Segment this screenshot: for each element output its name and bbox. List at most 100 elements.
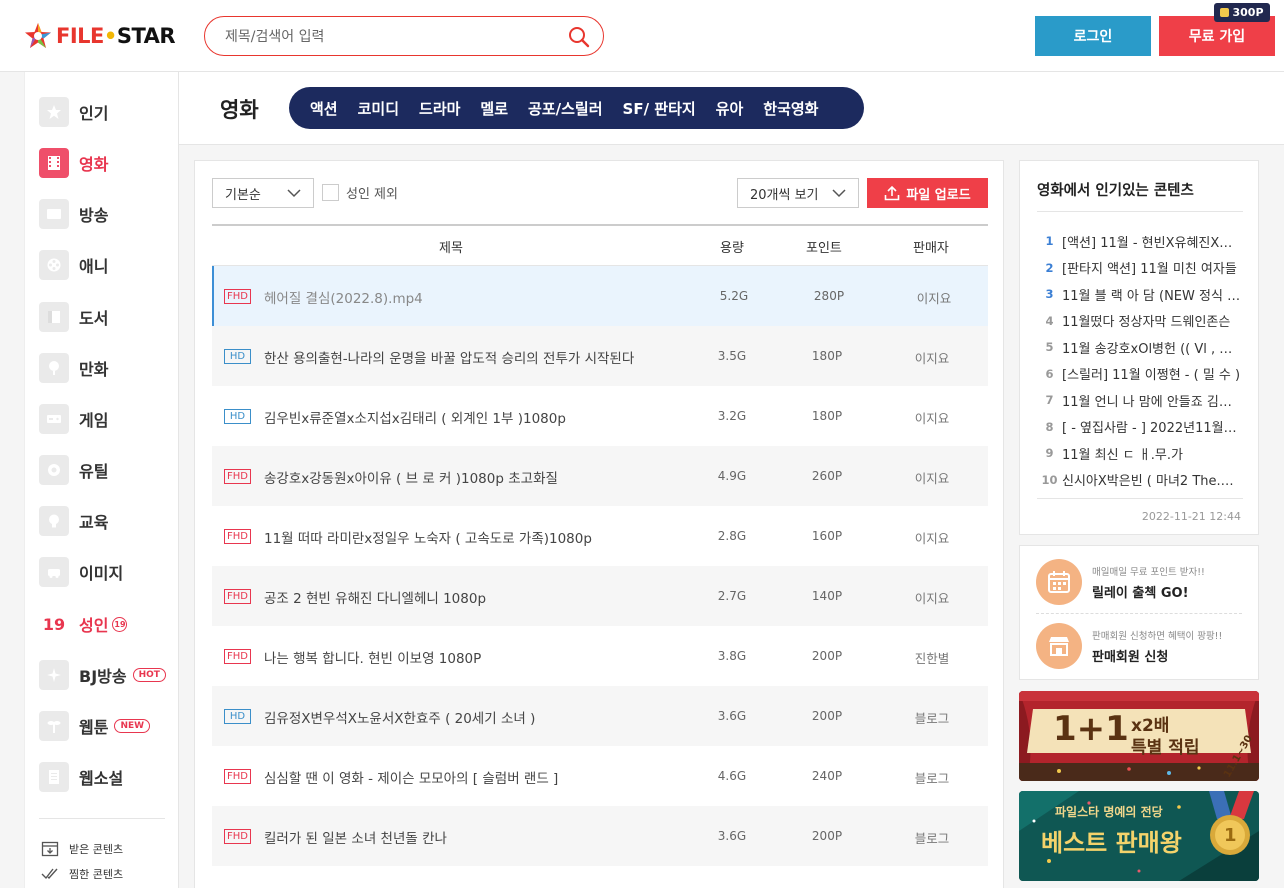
list-item[interactable]: 10 신시아X박은빈 ( 마녀2 The.Other [1037, 467, 1247, 494]
list-item[interactable]: 7 11월 언니 나 맘에 안들죠 김혜수 [1037, 387, 1247, 414]
sidebar-item-education[interactable]: 교육 [39, 505, 108, 537]
tab-korean[interactable]: 한국영화 [763, 98, 818, 119]
row-title[interactable]: 김우빈x류준열x소지섭x김태리 ( 외계인 1부 )1080p [264, 407, 694, 427]
sidebar-item-books[interactable]: 도서 [39, 301, 108, 333]
logo[interactable]: FILE•STAR [24, 20, 176, 52]
row-title[interactable]: 공조 2 현빈 유해진 다니엘헤니 1080p [264, 587, 694, 607]
row-title[interactable]: 심심할 땐 이 영화 - 제이슨 모모아의 [ 슬럼버 랜드 ] [264, 767, 694, 787]
table-row[interactable]: FHD 나는 행복 합니다. 현빈 이보영 1080P 3.8G 200P 진한… [212, 626, 988, 686]
tab-comedy[interactable]: 코미디 [358, 98, 399, 119]
row-title[interactable]: 킬러가 된 일본 소녀 천년돌 칸나 [264, 827, 694, 847]
sidebar-item-images[interactable]: 이미지 [39, 556, 123, 588]
hall-of-fame-banner[interactable]: 파일스타 명예의 전당 베스트 판매왕 1 [1019, 791, 1259, 881]
list-item[interactable]: 9 11월 최신 ㄷ ㅐ.무.가 [1037, 440, 1247, 467]
logo-text: FILE•STAR [56, 24, 176, 48]
row-point: 240P [811, 769, 843, 783]
list-item[interactable]: 8[ - 옆집사람 - ] 2022년11월31일 [1037, 414, 1247, 441]
row-title[interactable]: 헤어질 결심(2022.8).mp4 [264, 287, 694, 307]
list-item[interactable]: 1[액션] 11월 - 현빈X유혜진X다니엘헤니 [1037, 228, 1247, 255]
sidebar-item-adult[interactable]: 19 성인 19 [39, 608, 128, 640]
row-title[interactable]: 나는 행복 합니다. 현빈 이보영 1080P [264, 647, 694, 667]
table-row[interactable]: FHD 송강호x강동원x아이유 ( 브 로 커 )1080p 초고화질 4.9G… [212, 446, 988, 506]
row-seller[interactable]: 진한별 [892, 648, 972, 667]
list-item[interactable]: 5 11월 송강호xOl병헌 (( Vl , 상영중 [1037, 334, 1247, 361]
tab-melo[interactable]: 멜로 [480, 98, 508, 119]
row-title[interactable]: 11월 떠따 라미란x정일우 노숙자 ( 고속도로 가족)1080p [264, 527, 694, 547]
sidebar-item-utility[interactable]: 유틸 [39, 454, 108, 486]
page-size-select[interactable]: 20개씩 보기 [737, 178, 859, 208]
star-icon [39, 97, 69, 127]
search-input[interactable] [225, 26, 545, 48]
table-row[interactable]: FHD 11월 떠따 라미란x정일우 노숙자 ( 고속도로 가족)1080p 2… [212, 506, 988, 566]
attendance-link[interactable]: 매일매일 무료 포인트 받자!! 릴레이 출첵 GO! [1036, 557, 1246, 607]
list-item[interactable]: 2 [판타지 액션] 11월 미친 여자들 [1037, 255, 1247, 282]
row-title[interactable]: 한산 용의출현-나라의 운명을 바꿀 압도적 승리의 전투가 시작된다 [264, 347, 694, 367]
row-point: 180P [811, 409, 843, 423]
sidebar-item-games[interactable]: 게임 [39, 403, 108, 435]
tab-sf-fantasy[interactable]: SF/ 판타지 [623, 98, 696, 119]
sidebar-item-webnovel[interactable]: 웹소설 [39, 761, 123, 793]
col-size: 용량 [720, 241, 744, 256]
calendar-icon [1036, 559, 1082, 605]
row-seller[interactable]: 블로그 [892, 828, 972, 847]
adult-19-icon: 19 [42, 614, 66, 634]
sparkle-icon [39, 660, 69, 690]
gear-icon [39, 455, 69, 485]
row-size: 3.6G [717, 829, 747, 843]
event-banner[interactable]: 1+1 x2배 특별 적립 11.1~30 [1019, 691, 1259, 781]
row-size: 3.2G [717, 409, 747, 423]
table-row[interactable]: FHD 공조 2 현빈 유해진 다니엘헤니 1080p 2.7G 140P 이지… [212, 566, 988, 626]
seller-apply-text: 판매회원 신청하면 혜택이 팡팡!! 판매회원 신청 [1092, 630, 1223, 665]
row-size: 3.5G [717, 349, 747, 363]
row-title[interactable]: 송강호x강동원x아이유 ( 브 로 커 )1080p 초고화질 [264, 467, 694, 487]
sidebar-item-popular[interactable]: 인기 [39, 96, 108, 128]
tab-kids[interactable]: 유아 [716, 98, 744, 119]
row-seller[interactable]: 이지요 [892, 408, 972, 427]
sidebar-item-comics[interactable]: 만화 [39, 352, 108, 384]
join-button[interactable]: 무료 가입 [1159, 16, 1275, 56]
seller-apply-link[interactable]: 판매회원 신청하면 혜택이 팡팡!! 판매회원 신청 [1036, 621, 1246, 671]
upload-icon [885, 185, 900, 201]
quality-badge: FHD [224, 529, 251, 544]
list-item[interactable]: 4 11월떴다 정상자막 드웨인존슨 [1037, 308, 1247, 335]
table-row[interactable]: FHD 킬러가 된 일본 소녀 천년돌 칸나 3.6G 200P 블로그 [212, 806, 988, 866]
row-seller[interactable]: 이지요 [892, 468, 972, 487]
tab-horror[interactable]: 공포/스릴러 [528, 98, 602, 119]
sidebar-item-anime[interactable]: 애니 [39, 249, 108, 281]
row-size: 5.2G [719, 289, 749, 303]
row-point: 280P [813, 289, 845, 303]
table-row[interactable]: HD 김우빈x류준열x소지섭x김태리 ( 외계인 1부 )1080p 3.2G … [212, 386, 988, 446]
list-item[interactable]: 6 [스릴러] 11월 이쩡현 - ( 밀 수 ) [1037, 361, 1247, 388]
sidebar-item-webtoon[interactable]: 웹툰 NEW [39, 710, 151, 742]
sidebar-item-broadcast[interactable]: 방송 [39, 198, 108, 230]
tab-drama[interactable]: 드라마 [419, 98, 460, 119]
tab-action[interactable]: 액션 [310, 98, 338, 119]
favorite-contents-link[interactable]: 찜한 콘텐츠 [41, 866, 123, 882]
car-icon [39, 557, 69, 587]
row-seller[interactable]: 블로그 [892, 768, 972, 787]
table-row[interactable]: HD 김유정X변우석X노윤서X한효주 ( 20세기 소녀 ) 3.6G 200P… [212, 686, 988, 746]
search-icon[interactable] [567, 25, 591, 49]
table-row[interactable]: FHD 헤어질 결심(2022.8).mp4 5.2G 280P 이지요 [212, 266, 988, 326]
row-title[interactable]: 김유정X변우석X노윤서X한효주 ( 20세기 소녀 ) [264, 707, 694, 727]
upload-button[interactable]: 파일 업로드 [867, 178, 988, 208]
list-item[interactable]: 3 11월 블 랙 아 담 (NEW 정식 개봉) [1037, 281, 1247, 308]
exclude-adult-checkbox[interactable]: 성인 제외 [322, 183, 398, 202]
quality-badge: FHD [224, 469, 251, 484]
row-seller[interactable]: 이지요 [892, 588, 972, 607]
sidebar-item-movie[interactable]: 영화 [39, 147, 108, 179]
row-seller[interactable]: 이지요 [892, 348, 972, 367]
row-seller[interactable]: 블로그 [892, 708, 972, 727]
row-point: 200P [811, 829, 843, 843]
sidebar-item-bj[interactable]: BJ방송 HOT [39, 659, 166, 691]
row-seller[interactable]: 이지요 [892, 528, 972, 547]
row-seller[interactable]: 이지요 [894, 288, 974, 307]
table-row[interactable]: HD 한산 용의출현-나라의 운명을 바꿀 압도적 승리의 전투가 시작된다 3… [212, 326, 988, 386]
received-contents-link[interactable]: 받은 콘텐츠 [41, 841, 123, 857]
hall-subtitle: 파일스타 명예의 전당 [1055, 805, 1163, 819]
row-point: 180P [811, 349, 843, 363]
sort-select[interactable]: 기본순 [212, 178, 314, 208]
table-row[interactable]: FHD 심심할 땐 이 영화 - 제이슨 모모아의 [ 슬럼버 랜드 ] 4.6… [212, 746, 988, 806]
login-button[interactable]: 로그인 [1035, 16, 1151, 56]
checkbox-box [322, 184, 339, 201]
